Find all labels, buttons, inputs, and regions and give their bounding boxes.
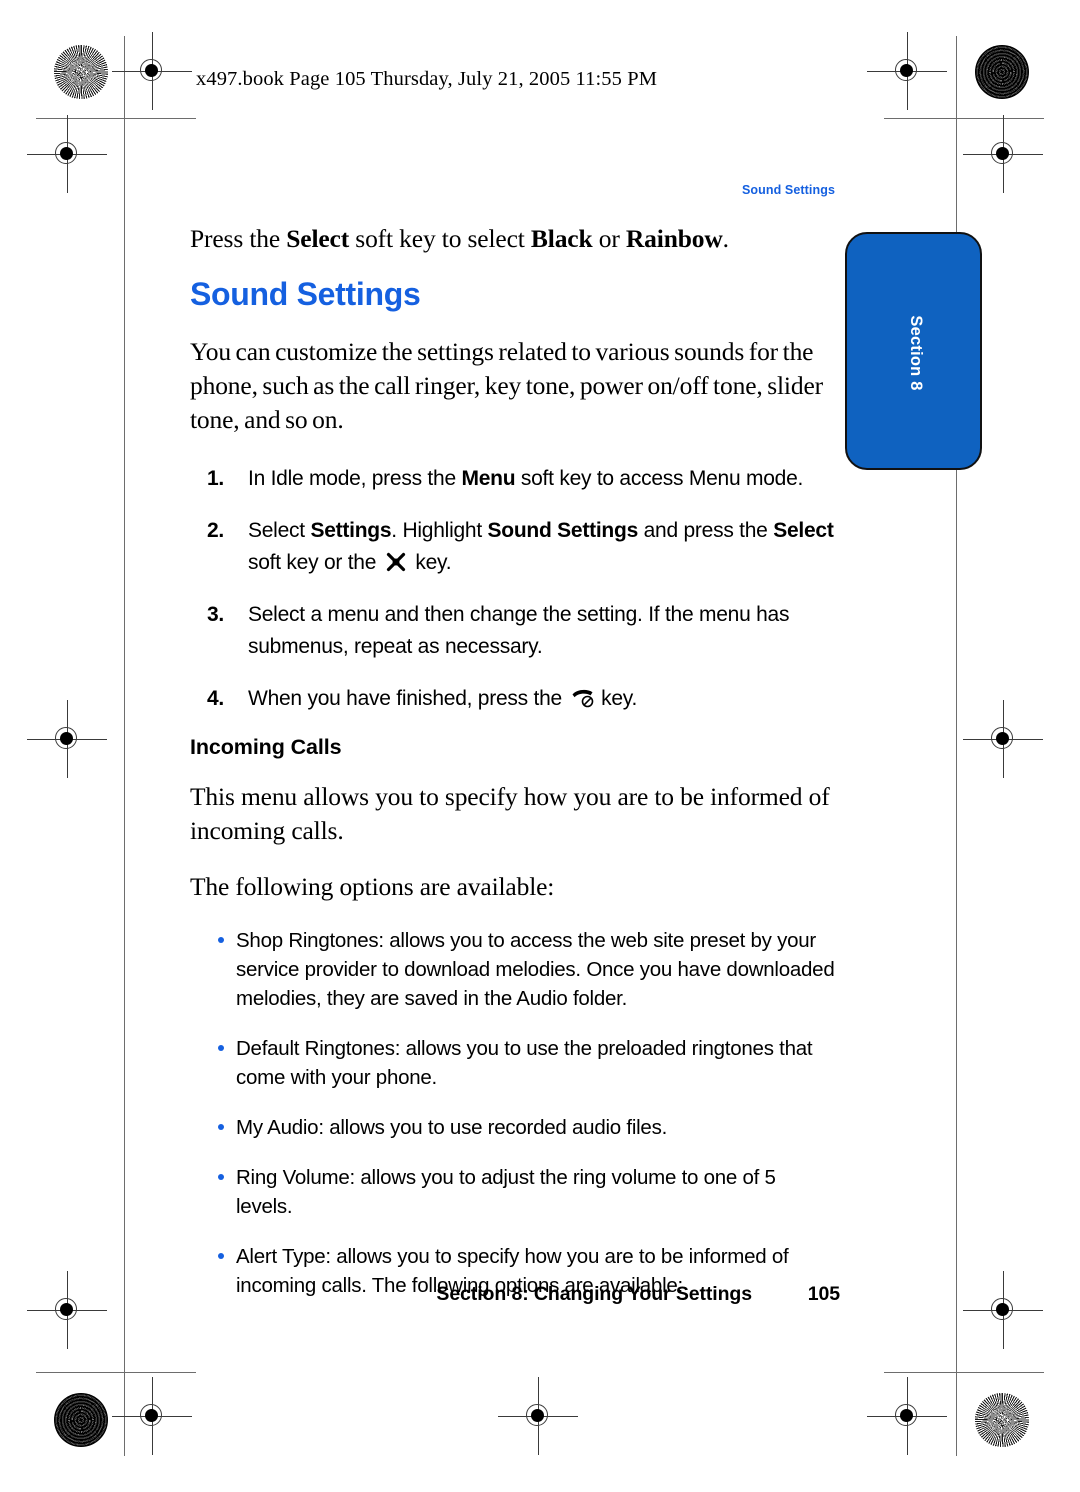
list-item: Shop Ringtones: allows you to access the… — [190, 926, 836, 1013]
lead-bold-rainbow: Rainbow — [625, 224, 723, 253]
step-emphasis: Sound Settings — [487, 519, 639, 542]
bullet-point-icon — [218, 937, 224, 943]
running-head: Sound Settings — [741, 183, 835, 197]
bullet-point-icon — [218, 1174, 224, 1180]
numbered-steps-list: 1. In Idle mode, press the Menu soft key … — [190, 463, 840, 715]
end-call-key-icon — [571, 687, 593, 709]
bullet-point-icon — [218, 1124, 224, 1130]
lead-text-before: Press the — [190, 224, 287, 253]
bullet-point-icon — [218, 1045, 224, 1051]
numbered-step: 1. In Idle mode, press the Menu soft key … — [190, 463, 843, 495]
step-text: key. — [409, 551, 452, 574]
list-item-text: Shop Ringtones: allows you to access the… — [236, 929, 835, 1010]
section-thumb-tab: Section 8 — [845, 232, 982, 470]
footer-section-title: Section 8: Changing Your Settings — [436, 1283, 752, 1305]
step-text: soft key or the — [248, 551, 382, 574]
step-emphasis: Settings — [310, 519, 392, 542]
step-text: Select — [248, 519, 311, 542]
subheading-incoming-calls: Incoming Calls — [190, 735, 342, 759]
lead-text-after: . — [722, 224, 729, 253]
list-item: Ring Volume: allows you to adjust the ri… — [190, 1163, 836, 1221]
footer-page-number: 105 — [807, 1283, 840, 1305]
page-body: Press the Select soft key to select Blac… — [190, 222, 840, 1321]
step-number: 2. — [206, 519, 224, 542]
lead-text-middle: soft key to select — [349, 224, 531, 253]
list-item: My Audio: allows you to use recorded aud… — [190, 1113, 836, 1142]
step-text: Select a menu and then change the settin… — [248, 603, 790, 658]
page-title: Sound Settings — [190, 276, 421, 312]
bullet-point-icon — [218, 1253, 224, 1259]
lead-text-conjunction: or — [592, 224, 626, 253]
step-number: 4. — [206, 687, 224, 710]
body-paragraph-2: The following options are available: — [190, 872, 555, 901]
step-text: . Highlight — [391, 519, 488, 542]
numbered-step: 3. Select a menu and then change the sett… — [190, 599, 843, 663]
manual-page: x497.book Page 105 Thursday, July 21, 20… — [0, 0, 1080, 1492]
step-number: 1. — [206, 467, 224, 490]
lead-bold-select: Select — [286, 224, 350, 253]
numbered-step: 2. Select Settings. Highlight Sound Setti… — [190, 515, 843, 579]
step-emphasis: Select — [773, 519, 834, 542]
step-text: soft key to access Menu mode. — [515, 467, 804, 490]
section-tab-label: Section 8 — [907, 315, 925, 391]
file-stamp: x497.book Page 105 Thursday, July 21, 20… — [196, 68, 658, 90]
list-item: Default Ringtones: allows you to use the… — [190, 1034, 836, 1092]
step-text: In Idle mode, press the — [248, 467, 462, 490]
step-text: When you have finished, press the — [248, 687, 568, 710]
step-emphasis: Menu — [461, 467, 516, 490]
step-text: key. — [595, 687, 638, 710]
navigation-ok-key-icon — [385, 551, 407, 573]
list-item-text: Default Ringtones: allows you to use the… — [236, 1037, 813, 1089]
intro-paragraph: You can customize the settings related t… — [190, 337, 823, 434]
list-item-text: My Audio: allows you to use recorded aud… — [236, 1116, 668, 1139]
lead-bold-black: Black — [530, 224, 593, 253]
numbered-step: 4. When you have finished, press the key. — [190, 683, 843, 715]
body-paragraph-1: This menu allows you to specify how you … — [190, 782, 830, 845]
lead-paragraph: Press the Select soft key to select Blac… — [190, 222, 840, 256]
list-item-text: Ring Volume: allows you to adjust the ri… — [236, 1166, 776, 1218]
step-number: 3. — [206, 603, 224, 626]
options-bullet-list: Shop Ringtones: allows you to access the… — [190, 926, 840, 1300]
step-text: and press the — [638, 519, 774, 542]
